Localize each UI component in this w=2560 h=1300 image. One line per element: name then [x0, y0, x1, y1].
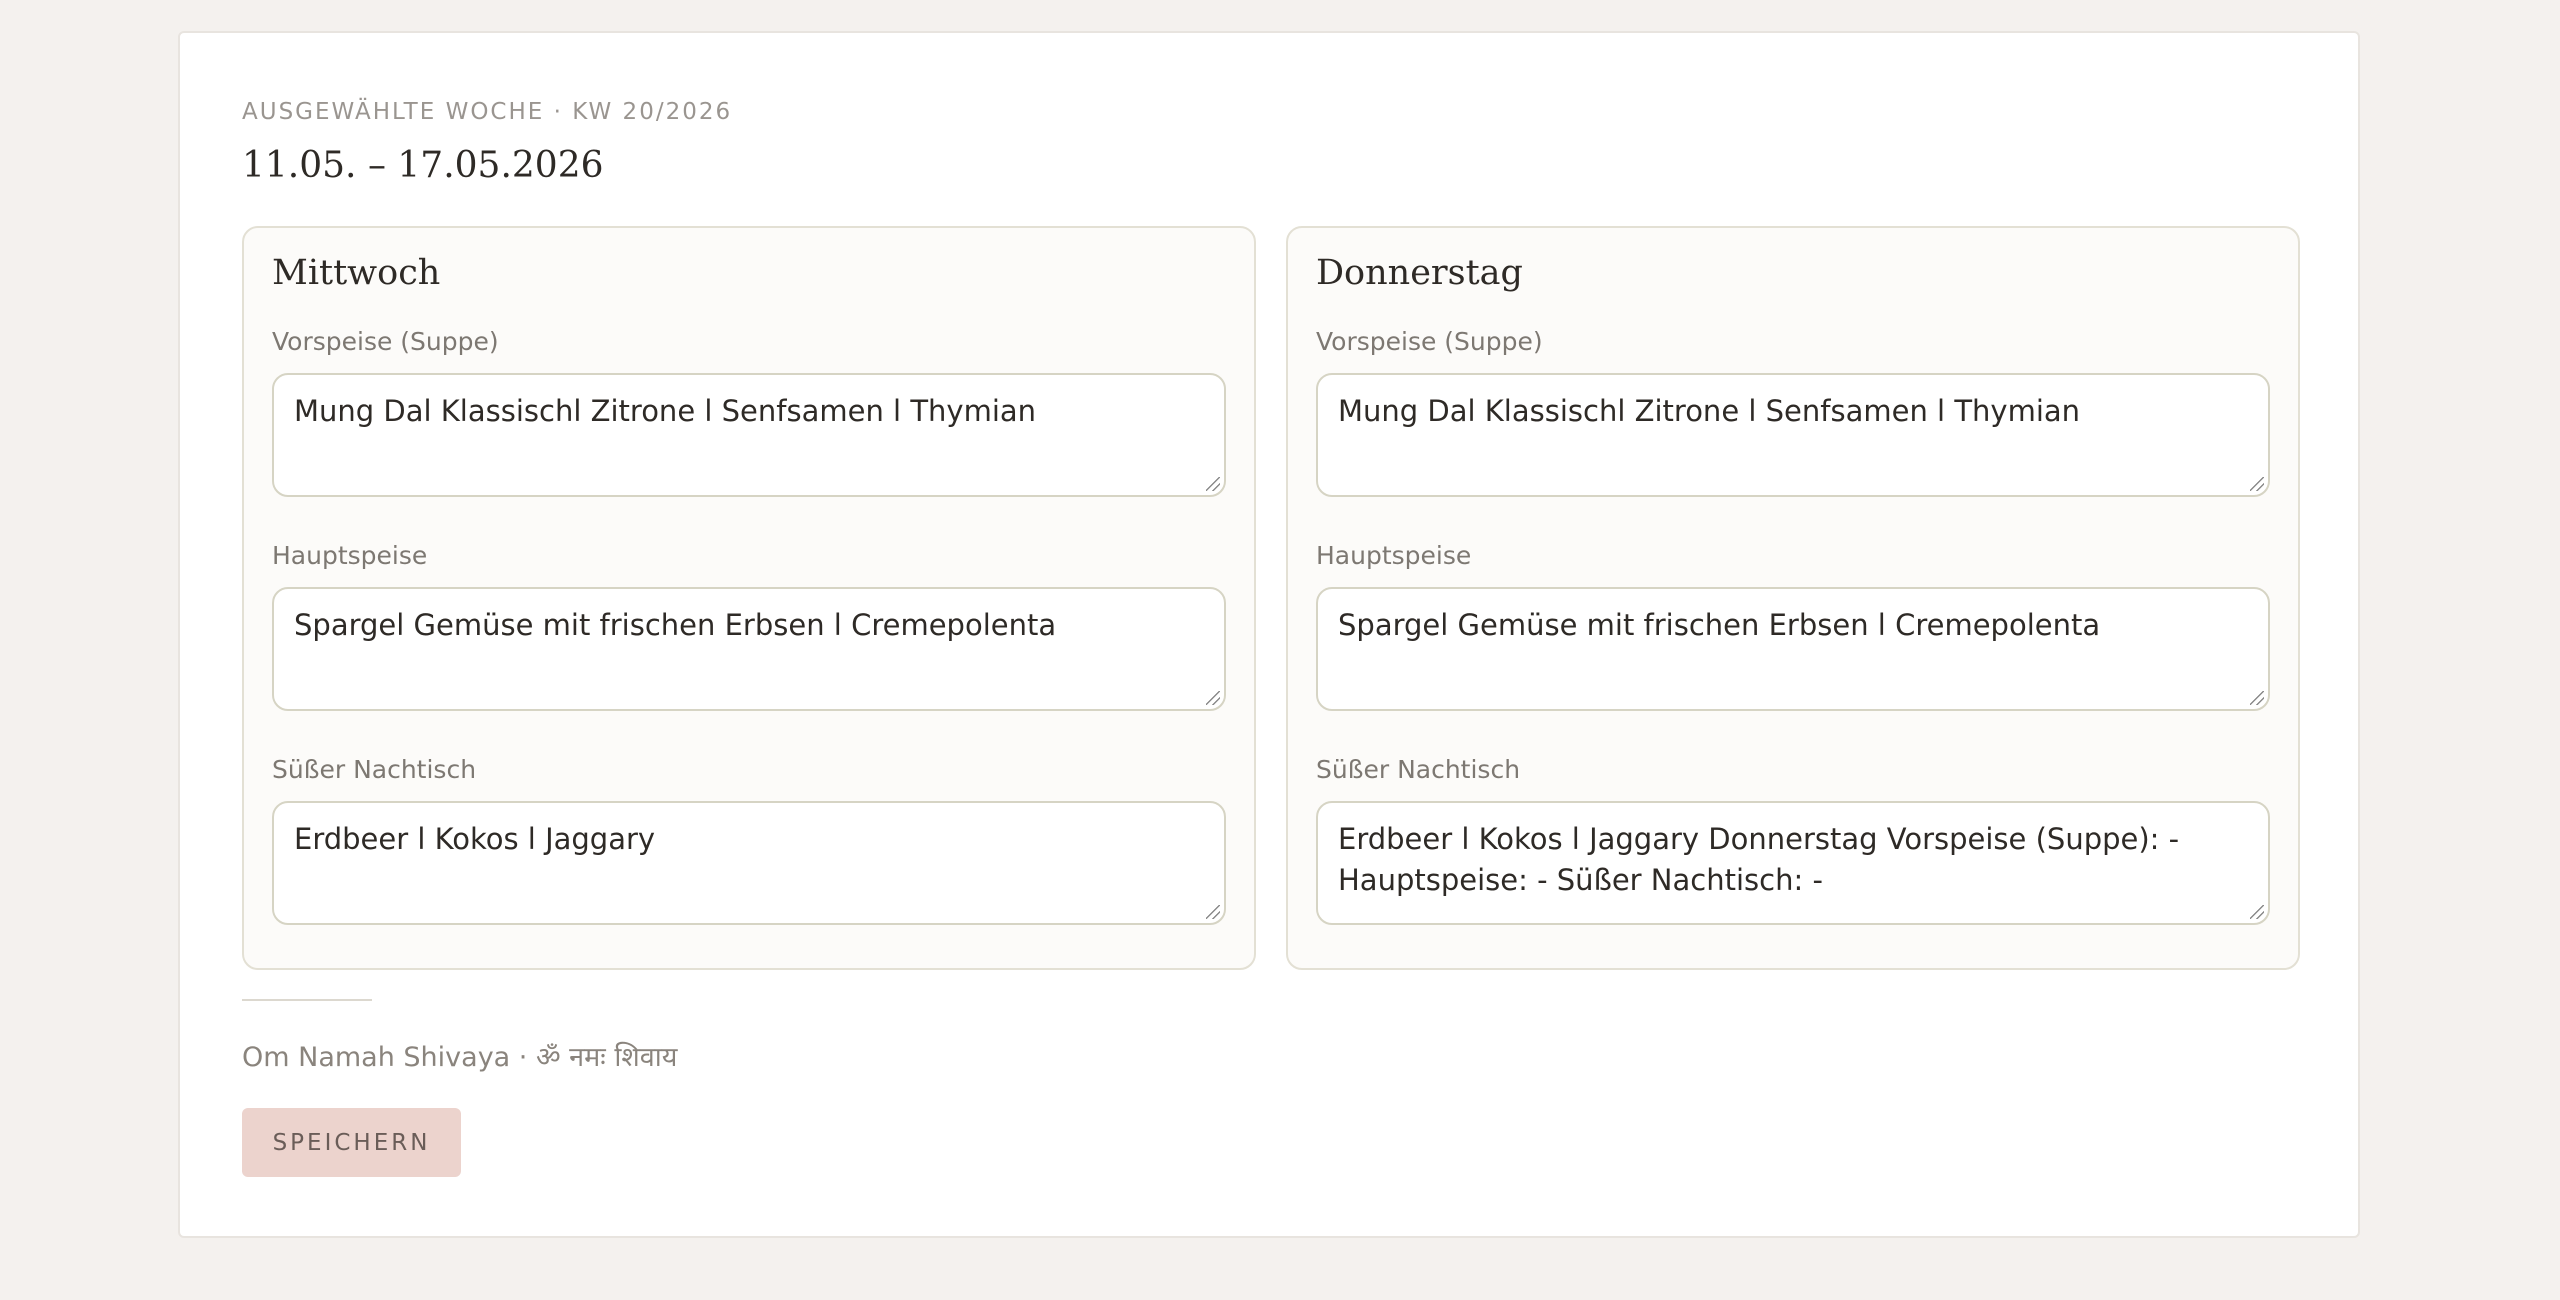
main-course-value: Spargel Gemüse mit frischen Erbsen l Cre… [294, 608, 1057, 642]
resize-handle-icon[interactable] [1206, 905, 1220, 919]
main-course-label: Hauptspeise [1316, 541, 1472, 570]
footer-divider [242, 999, 372, 1001]
main-course-label: Hauptspeise [272, 541, 428, 570]
main-course-textarea[interactable]: Spargel Gemüse mit frischen Erbsen l Cre… [1316, 587, 2270, 711]
week-editor-card: AUSGEWÄHLTE WOCHE · KW 20/2026 11.05. – … [178, 31, 2360, 1238]
dessert-value: Erdbeer l Kokos l Jaggary [294, 822, 656, 856]
dessert-label: Süßer Nachtisch [272, 755, 477, 784]
starter-label: Vorspeise (Suppe) [1316, 327, 1543, 356]
dessert-value: Erdbeer l Kokos l Jaggary Donnerstag Vor… [1338, 822, 2180, 897]
dessert-textarea[interactable]: Erdbeer l Kokos l Jaggary [272, 801, 1226, 925]
starter-value: Mung Dal Klassischl Zitrone l Senfsamen … [1338, 394, 2081, 428]
main-course-value: Spargel Gemüse mit frischen Erbsen l Cre… [1338, 608, 2101, 642]
dessert-label: Süßer Nachtisch [1316, 755, 1521, 784]
resize-handle-icon[interactable] [1206, 477, 1220, 491]
dessert-textarea[interactable]: Erdbeer l Kokos l Jaggary Donnerstag Vor… [1316, 801, 2270, 925]
starter-label: Vorspeise (Suppe) [272, 327, 499, 356]
starter-textarea[interactable]: Mung Dal Klassischl Zitrone l Senfsamen … [272, 373, 1226, 497]
day-panel-donnerstag: Donnerstag Vorspeise (Suppe) Mung Dal Kl… [1286, 226, 2300, 970]
save-button[interactable]: SPEICHERN [242, 1108, 461, 1177]
resize-handle-icon[interactable] [2250, 691, 2264, 705]
resize-handle-icon[interactable] [1206, 691, 1220, 705]
resize-handle-icon[interactable] [2250, 477, 2264, 491]
main-course-textarea[interactable]: Spargel Gemüse mit frischen Erbsen l Cre… [272, 587, 1226, 711]
day-title: Donnerstag [1316, 253, 1523, 293]
day-panel-mittwoch: Mittwoch Vorspeise (Suppe) Mung Dal Klas… [242, 226, 1256, 970]
mantra-text: Om Namah Shivaya · ॐ नमः शिवाय [242, 1042, 678, 1073]
week-date-range: 11.05. – 17.05.2026 [242, 145, 604, 186]
resize-handle-icon[interactable] [2250, 905, 2264, 919]
selected-week-label: AUSGEWÄHLTE WOCHE · KW 20/2026 [242, 99, 733, 125]
day-title: Mittwoch [272, 253, 441, 293]
starter-value: Mung Dal Klassischl Zitrone l Senfsamen … [294, 394, 1037, 428]
starter-textarea[interactable]: Mung Dal Klassischl Zitrone l Senfsamen … [1316, 373, 2270, 497]
